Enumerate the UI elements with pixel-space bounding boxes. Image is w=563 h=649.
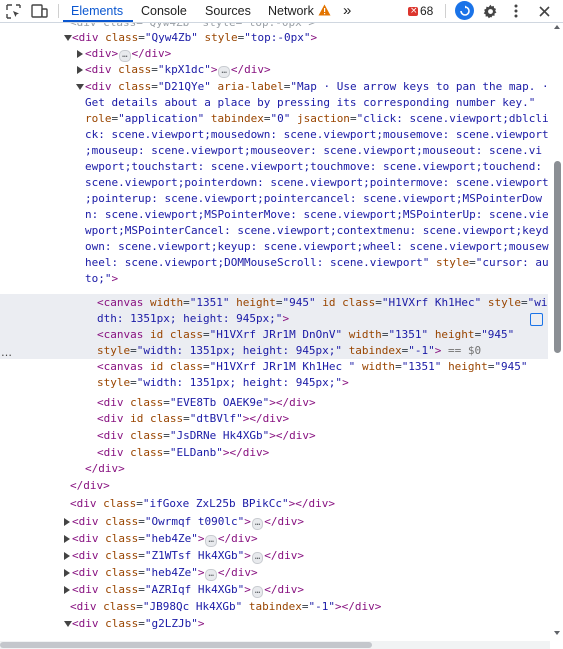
selected-node-marker: == $0: [448, 344, 482, 357]
collapsed-ellipsis[interactable]: …: [218, 66, 230, 78]
more-tabs-chevron-icon[interactable]: »: [343, 0, 351, 22]
collapsed-ellipsis[interactable]: …: [251, 552, 264, 564]
tree-row-wrap: style="width: 1351px; height: 945px;">: [97, 376, 349, 389]
warning-icon: [317, 3, 331, 17]
tree-row-wrap: wport;MSPointerCancel: scene.viewport;co…: [85, 224, 549, 237]
tab-sources[interactable]: Sources: [205, 0, 251, 22]
tree-row[interactable]: <div class="EVE8Tb OAEK9e"></div>: [97, 395, 316, 411]
tree-row-wrap: heel: scene.viewport;DOMMouseScroll: sce…: [85, 256, 549, 269]
collapsed-ellipsis[interactable]: …: [205, 535, 217, 547]
tree-row[interactable]: <div class="ELDanb"></div>: [97, 445, 269, 461]
tree-row[interactable]: <div id class="dtBVlf"></div>: [97, 411, 289, 427]
tree-row[interactable]: <div class="heb4Ze">… </div>: [72, 531, 258, 547]
tree-row[interactable]: <div class="JB98Qc Hk4XGb" tabindex="-1"…: [70, 599, 381, 615]
tab-elements[interactable]: Elements: [71, 0, 123, 22]
ai-assistance-icon[interactable]: [455, 1, 474, 20]
settings-gear-icon[interactable]: [481, 2, 499, 20]
toolbar-divider: [445, 4, 446, 18]
horizontal-scrollbar-thumb[interactable]: [0, 642, 372, 648]
tree-row-wrap: ;pointerup: scene.viewport;pointercancel…: [85, 192, 542, 205]
tree-row[interactable]: <div>… </div>: [85, 46, 171, 62]
toolbar-divider: [58, 4, 59, 18]
collapsed-ellipsis[interactable]: …: [251, 586, 264, 598]
tree-row-wrap: ck: scene.viewport;mousedown: scene.view…: [85, 128, 549, 141]
close-icon[interactable]: [535, 2, 553, 20]
tree-row[interactable]: <div class="D21QYe" aria-label="Map · Us…: [85, 79, 549, 95]
collapse-triangle-icon[interactable]: [64, 35, 72, 41]
tree-row-wrap: scene.viewport;pointerdown: scene.viewpo…: [85, 176, 549, 189]
tree-row-wrap: role="application" tabindex="0" jsaction…: [85, 112, 549, 125]
tree-row[interactable]: <div class="Qyw4Zb" style="top:-0px">: [72, 30, 317, 46]
collapsed-ellipsis[interactable]: …: [251, 518, 264, 530]
tree-row[interactable]: <div class="JsDRNe Hk4XGb"></div>: [97, 428, 316, 444]
tree-row-wrap: to;">: [85, 272, 119, 285]
tree-row-wrap: ;mouseup: scene.viewport;mouseover: scen…: [85, 144, 542, 157]
expand-triangle-icon[interactable]: [64, 552, 70, 560]
active-tab-indicator: [63, 20, 133, 22]
scroll-down-arrow-icon[interactable]: [554, 631, 560, 635]
tree-row[interactable]: <canvas id class="H1VXrf JRr1M Kh1Hec " …: [97, 359, 528, 375]
tree-row[interactable]: <div class="AZRIqf Hk4XGb">… </div>: [72, 582, 304, 598]
devtools-toolbar: Elements Console Sources Network » 68: [0, 0, 563, 23]
tree-row-close[interactable]: </div>: [70, 478, 110, 494]
tree-row[interactable]: <div class="g2LZJb">: [72, 616, 204, 632]
reveal-in-layer-icon[interactable]: [530, 313, 543, 326]
tree-row-wrap: Get details about a place by pressing it…: [85, 96, 536, 109]
tree-row-selected[interactable]: <canvas id class="H1VXrf JRr1M DnOnV" wi…: [97, 327, 514, 343]
collapsed-ellipsis[interactable]: …: [205, 569, 217, 581]
tree-row-wrap: ewport;touchstart: scene.viewport;touchm…: [85, 160, 542, 173]
tree-row[interactable]: <div class="kpX1dc">… </div>: [85, 62, 271, 78]
tab-network[interactable]: Network: [268, 0, 314, 22]
more-options-icon[interactable]: [507, 2, 525, 20]
tree-row-wrap: style="width: 1351px; height: 945px;" ta…: [97, 344, 482, 357]
expand-triangle-icon[interactable]: [77, 66, 83, 74]
scrollbar-thumb[interactable]: [554, 161, 561, 353]
elements-dom-tree[interactable]: <div class="Qyw4Zb" style="top:-0px"> <d…: [0, 23, 550, 649]
tree-row[interactable]: <div class="heb4Ze">… </div>: [72, 565, 258, 581]
expand-triangle-icon[interactable]: [64, 586, 70, 594]
tree-row-wrap: dth: 1351px; height: 945px;">: [97, 312, 290, 325]
expand-triangle-icon[interactable]: [64, 569, 70, 577]
tree-row[interactable]: <div class="Owrmqf t090lc">… </div>: [72, 514, 304, 530]
tree-row[interactable]: <div class="ifGoxe ZxL25b BPikCc"></div>: [70, 496, 335, 512]
expand-triangle-icon[interactable]: [64, 535, 70, 543]
tree-row[interactable]: <div class="Z1WTsf Hk4XGb">… </div>: [72, 548, 304, 564]
horizontal-scrollbar[interactable]: [0, 641, 550, 649]
tree-row-close[interactable]: </div>: [85, 461, 125, 477]
vertical-scrollbar[interactable]: [551, 23, 563, 649]
tree-row-wrap: own: scene.viewport;keyup: scene.viewpor…: [85, 240, 549, 253]
tab-console[interactable]: Console: [141, 0, 187, 22]
scroll-up-arrow-icon[interactable]: [554, 25, 560, 29]
tree-row-wrap: n: scene.viewport;MSPointerMove: scene.v…: [85, 208, 549, 221]
collapsed-ellipsis[interactable]: …: [119, 50, 131, 62]
collapse-triangle-icon[interactable]: [76, 84, 84, 90]
expand-triangle-icon[interactable]: [77, 50, 83, 58]
error-count-badge[interactable]: 68: [408, 3, 433, 19]
node-options-dots-icon[interactable]: …: [1, 346, 12, 359]
collapse-triangle-icon[interactable]: [64, 621, 72, 627]
device-toolbar-icon[interactable]: [30, 2, 48, 20]
tree-row[interactable]: <canvas width="1351" height="945" id cla…: [97, 295, 547, 311]
error-icon: [408, 3, 418, 19]
expand-triangle-icon[interactable]: [64, 518, 70, 526]
inspect-element-icon[interactable]: [4, 2, 22, 20]
